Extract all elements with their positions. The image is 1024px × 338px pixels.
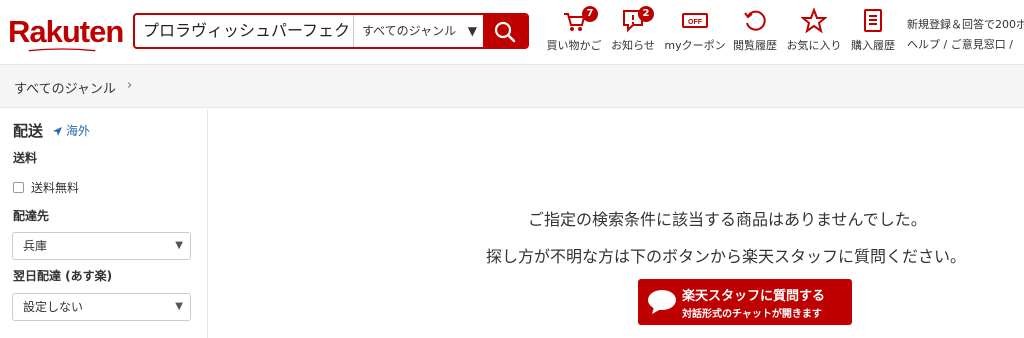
caret-down-icon: ▼: [467, 24, 477, 38]
delivery-heading: 配送: [13, 122, 44, 140]
help-message: 探し方が不明な方は下のボタンから楽天スタッフに質問ください。: [486, 247, 967, 266]
nav-cart[interactable]: 7 買い物かご: [546, 6, 602, 53]
nav-notifications-label: お知らせ: [611, 39, 655, 52]
no-results-message: ご指定の検索条件に該当する商品はありませんでした。: [528, 210, 927, 229]
genre-select-label: すべてのジャンル: [362, 24, 457, 38]
nextday-select[interactable]: 設定しない ▼: [12, 293, 191, 321]
filter-sidebar: 配送 海外 送料 送料無料 配達先 兵庫 ▼ 翌日配達 (あす楽) 設定しない …: [0, 109, 208, 338]
nextday-heading: 翌日配達 (あす楽): [13, 269, 113, 283]
overseas-link-label: 海外: [66, 124, 91, 138]
ask-staff-button[interactable]: 楽天スタッフに質問する 対話形式のチャットが開きます: [638, 279, 852, 325]
purchase-history-icon: [864, 9, 882, 32]
caret-down-icon: ▼: [175, 240, 183, 251]
nav-notifications[interactable]: 2 お知らせ: [608, 6, 658, 53]
search-bar: プロラヴィッシュパーフェクト すべてのジャンル ▼: [133, 13, 529, 49]
destination-value: 兵庫: [23, 239, 48, 253]
nav-cart-label: 買い物かご: [546, 39, 602, 52]
nav-purchase-history[interactable]: 購入履歴: [848, 8, 898, 53]
notification-badge: 2: [638, 6, 654, 22]
header-side-links: 新規登録＆回答で200ポ ヘルプ / ご意見窓口 /: [907, 15, 1024, 55]
search-button[interactable]: [483, 15, 527, 47]
breadcrumb: すべてのジャンル ›: [0, 64, 1024, 108]
nav-coupon[interactable]: OFF myクーポン: [664, 8, 726, 53]
free-shipping-checkbox[interactable]: 送料無料: [13, 179, 79, 196]
history-icon: [744, 10, 766, 31]
nextday-value: 設定しない: [23, 300, 84, 314]
breadcrumb-all-genres[interactable]: すべてのジャンル: [14, 78, 116, 97]
nav-favorites[interactable]: お気に入り: [784, 8, 844, 53]
star-icon: [801, 8, 827, 34]
destination-heading: 配達先: [13, 209, 50, 223]
search-input[interactable]: プロラヴィッシュパーフェクト: [135, 15, 353, 47]
genre-select[interactable]: すべてのジャンル ▼: [353, 15, 485, 47]
coupon-icon: OFF: [682, 13, 708, 28]
nav-favorites-label: お気に入り: [786, 39, 842, 52]
nav-coupon-label: myクーポン: [664, 39, 726, 52]
header: Rakuten プロラヴィッシュパーフェクト すべてのジャンル ▼ 7 買い物か…: [0, 0, 1024, 64]
overseas-link[interactable]: 海外: [52, 122, 90, 139]
search-icon: [494, 21, 516, 43]
nav-history[interactable]: 閲覧履歴: [730, 8, 780, 53]
logo-swoosh-icon: [28, 48, 96, 52]
ask-staff-label: 楽天スタッフに質問する: [682, 289, 826, 304]
ask-staff-sublabel: 対話形式のチャットが開きます: [682, 309, 822, 320]
help-links[interactable]: ヘルプ / ご意見窓口 /: [907, 35, 1024, 55]
shipping-heading: 送料: [13, 151, 38, 165]
caret-down-icon: ▼: [175, 301, 183, 312]
destination-select[interactable]: 兵庫 ▼: [12, 232, 191, 260]
cart-badge: 7: [582, 6, 598, 22]
checkbox-icon: [13, 182, 24, 193]
nav-history-label: 閲覧履歴: [733, 39, 777, 52]
airplane-icon: [53, 127, 62, 136]
nav-purchase-history-label: 購入履歴: [851, 39, 895, 52]
chat-bubble-icon: [648, 290, 676, 314]
rakuten-logo[interactable]: Rakuten: [8, 14, 124, 50]
register-link[interactable]: 新規登録＆回答で200ポ: [907, 15, 1024, 35]
svg-text:OFF: OFF: [688, 19, 703, 26]
free-shipping-label: 送料無料: [31, 181, 80, 195]
chevron-right-icon: ›: [127, 78, 133, 93]
